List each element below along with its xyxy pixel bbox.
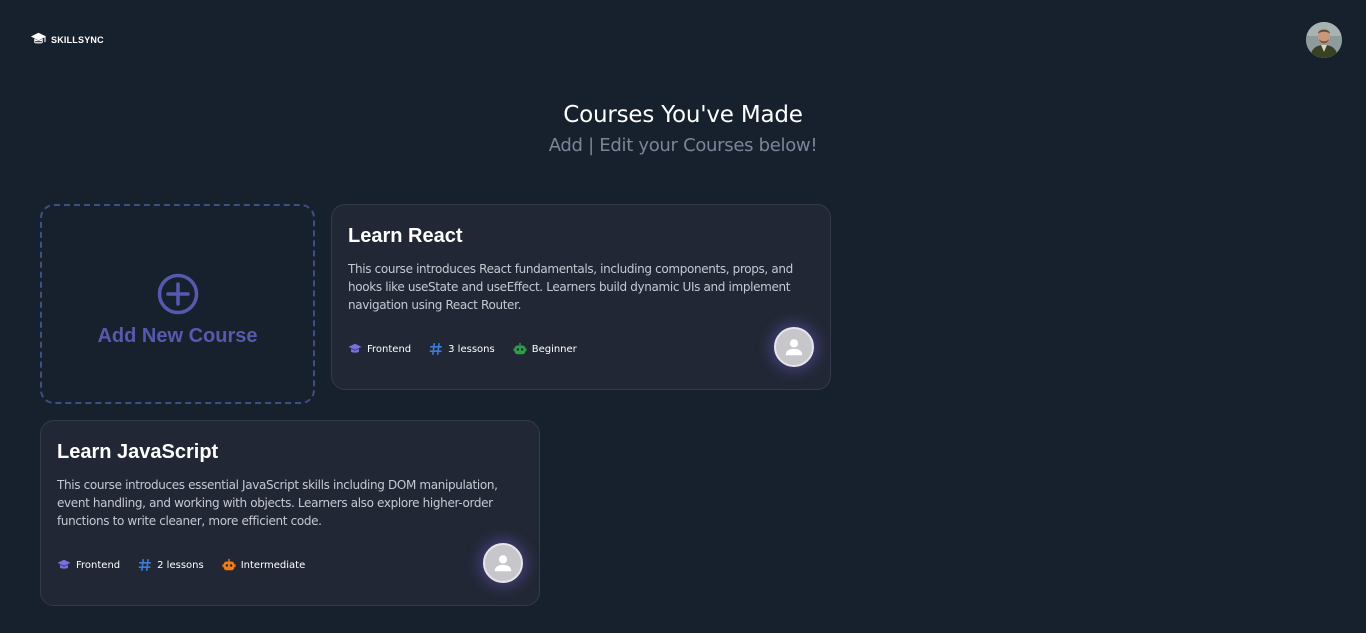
course-title: Learn JavaScript bbox=[57, 441, 219, 463]
course-lessons: 2 lessons bbox=[138, 558, 204, 572]
robot-icon bbox=[222, 558, 236, 571]
course-level: Intermediate bbox=[222, 558, 306, 572]
graduation-cap-icon bbox=[57, 559, 71, 569]
course-level-label: Beginner bbox=[531, 343, 577, 355]
add-new-course-label: Add New Course bbox=[97, 324, 258, 347]
hashtag-icon bbox=[138, 558, 152, 572]
user-icon bbox=[494, 555, 512, 572]
course-description: This course introduces essential JavaScr… bbox=[57, 478, 498, 528]
course-title: Learn React bbox=[348, 225, 463, 247]
plus-circle-icon bbox=[157, 273, 198, 314]
course-level: Beginner bbox=[513, 342, 577, 356]
course-category-label: Frontend bbox=[76, 559, 121, 571]
robot-icon bbox=[513, 342, 527, 355]
hashtag-icon bbox=[429, 342, 443, 356]
user-photo bbox=[1306, 22, 1342, 58]
course-lessons-count: 3 lessons bbox=[448, 343, 495, 355]
course-author-avatar[interactable] bbox=[483, 543, 523, 583]
page: SKILLSYNC Courses You've Made Add | Edit… bbox=[0, 0, 1366, 633]
course-level-label: Intermediate bbox=[240, 559, 306, 571]
course-card[interactable]: Learn JavaScript This course introduces … bbox=[40, 420, 540, 606]
brand-name: SKILLSYNC bbox=[51, 34, 104, 45]
course-card[interactable]: Learn React This course introduces React… bbox=[331, 204, 831, 390]
course-lessons: 3 lessons bbox=[429, 342, 495, 356]
graduation-cap-icon bbox=[348, 343, 362, 353]
course-lessons-count: 2 lessons bbox=[157, 559, 204, 571]
course-category-label: Frontend bbox=[367, 343, 412, 355]
course-meta: Frontend 2 lessons Intermediate bbox=[57, 558, 305, 572]
course-meta: Frontend 3 lessons Beginner bbox=[348, 342, 577, 356]
course-description: This course introduces React fundamental… bbox=[348, 262, 793, 312]
brand-logo[interactable]: SKILLSYNC bbox=[30, 31, 104, 48]
course-author-avatar[interactable] bbox=[774, 327, 814, 367]
graduation-cap-icon bbox=[30, 32, 47, 44]
add-new-course-button[interactable]: Add New Course bbox=[40, 204, 315, 404]
page-title: Courses You've Made bbox=[563, 102, 803, 128]
page-subtitle: Add | Edit your Courses below! bbox=[548, 135, 818, 156]
course-category: Frontend bbox=[57, 558, 120, 572]
page-heading: Courses You've Made Add | Edit your Cour… bbox=[0, 102, 1366, 156]
user-avatar[interactable] bbox=[1306, 22, 1342, 58]
course-category: Frontend bbox=[348, 342, 411, 356]
user-icon bbox=[785, 339, 803, 356]
